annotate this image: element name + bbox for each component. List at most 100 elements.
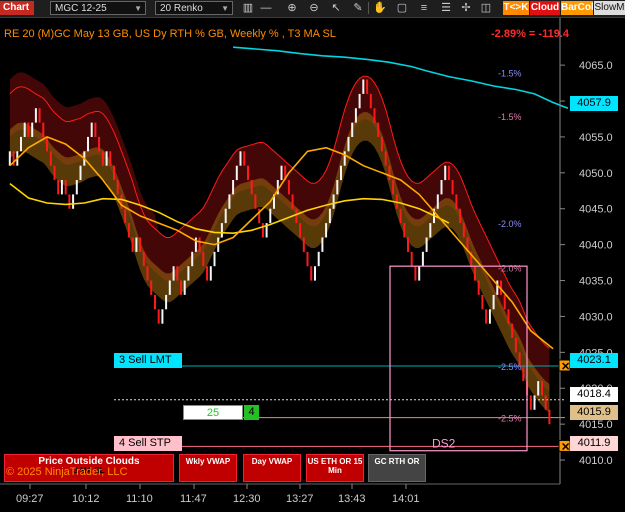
renko-brick: [68, 194, 71, 209]
close-order-icon: ✕: [558, 439, 571, 453]
renko-brick: [232, 180, 235, 195]
renko-brick: [98, 136, 101, 152]
renko-brick: [485, 309, 488, 324]
renko-brick: [343, 151, 346, 166]
renko-brick: [511, 323, 514, 338]
box-icon[interactable]: ▢: [394, 1, 410, 15]
chart-background: [0, 18, 625, 512]
position-quantity[interactable]: 25: [183, 405, 243, 420]
renko-brick: [194, 237, 197, 252]
chart-icon[interactable]: ◫: [478, 1, 494, 15]
us-eth-or-button[interactable]: US ETH OR 15 Min: [306, 454, 364, 482]
zoom-in-icon[interactable]: ⊕: [284, 1, 300, 15]
renko-brick: [94, 122, 97, 137]
day-vwap-button[interactable]: Day VWAP: [243, 454, 301, 482]
renko-brick: [34, 108, 37, 123]
renko-brick: [124, 208, 127, 224]
renko-brick: [228, 194, 231, 209]
dash-icon[interactable]: —: [258, 1, 274, 15]
barcol-toggle-button[interactable]: BarCol: [561, 1, 593, 15]
percent-level-label: -1.5%: [498, 112, 522, 122]
renko-brick: [23, 122, 26, 137]
chevron-down-icon: ▼: [134, 4, 142, 13]
renko-brick: [191, 251, 194, 267]
sell-stop-label[interactable]: 4 Sell STP: [114, 436, 182, 451]
crosshair-icon[interactable]: ✢: [458, 1, 474, 15]
instrument-label: MGC 12-25: [55, 3, 107, 14]
percent-level-label: -2.5%: [498, 414, 522, 424]
lines-icon[interactable]: ≡: [416, 1, 432, 15]
renko-brick: [496, 280, 499, 295]
renko-brick: [247, 165, 249, 181]
renko-brick: [202, 251, 205, 267]
renko-brick: [161, 309, 164, 324]
renko-brick: [291, 194, 294, 209]
renko-brick: [168, 280, 171, 295]
renko-brick: [388, 165, 391, 181]
list-icon[interactable]: ☰: [438, 1, 454, 15]
hand-icon[interactable]: ✋: [372, 1, 388, 15]
cloud-toggle-button[interactable]: Cloud: [530, 1, 560, 15]
renko-brick: [529, 395, 532, 410]
sell-limit-label[interactable]: 3 Sell LMT: [114, 353, 182, 368]
renko-brick: [239, 151, 242, 166]
bars-icon[interactable]: ▥: [240, 1, 256, 15]
renko-brick: [120, 194, 123, 209]
chevron-down-icon: ▼: [221, 4, 229, 13]
renko-brick: [243, 151, 246, 166]
renko-brick: [302, 237, 305, 252]
price-tick-label: 4050.0: [579, 168, 613, 180]
position-count: 4: [244, 405, 259, 420]
renko-brick: [514, 338, 517, 353]
renko-brick: [477, 280, 480, 295]
renko-brick: [157, 309, 160, 324]
price-chart[interactable]: 4010.04015.04020.04025.04030.04035.04040…: [0, 18, 625, 512]
renko-brick: [109, 151, 112, 166]
instrument-selector[interactable]: MGC 12-25 ▼: [50, 1, 146, 15]
time-tick-label: 10:12: [72, 493, 100, 505]
renko-brick: [75, 180, 78, 195]
renko-brick: [436, 194, 439, 209]
gc-rth-or-button[interactable]: GC RTH OR: [368, 454, 426, 482]
renko-brick: [49, 151, 52, 166]
percent-level-label: -2.0%: [498, 264, 522, 274]
renko-brick: [444, 165, 447, 181]
pencil-icon[interactable]: ✎: [350, 1, 366, 15]
renko-brick: [217, 237, 220, 252]
renko-brick: [20, 136, 22, 152]
weekly-vwap-button[interactable]: Wkly VWAP: [179, 454, 237, 482]
renko-brick: [347, 136, 350, 152]
renko-brick: [150, 280, 153, 295]
renko-brick: [455, 194, 458, 209]
renko-brick: [358, 93, 361, 109]
renko-brick: [142, 251, 145, 267]
time-tick-label: 12:30: [233, 493, 261, 505]
renko-brick: [46, 136, 48, 152]
renko-brick: [135, 237, 138, 252]
renko-brick: [369, 93, 372, 109]
zoom-out-icon[interactable]: ⊖: [306, 1, 322, 15]
percent-level-label: -2.5%: [498, 362, 522, 372]
price-tick-label: 4010.0: [579, 455, 613, 467]
renko-brick: [481, 294, 484, 310]
slow-ma-toggle-button[interactable]: SlowM: [594, 1, 625, 15]
entry-price-tag: 4015.9: [570, 405, 618, 420]
sell-limit-price-tag[interactable]: 4023.1: [570, 353, 618, 368]
window-title: Chart: [0, 1, 34, 15]
renko-brick: [503, 294, 506, 310]
renko-brick: [53, 165, 56, 181]
renko-brick: [354, 108, 357, 123]
time-tick-label: 11:10: [126, 493, 153, 505]
renko-brick: [544, 395, 547, 410]
renko-brick: [328, 208, 331, 224]
renko-brick: [79, 165, 82, 181]
renko-brick: [314, 266, 316, 281]
time-tick-label: 09:27: [16, 493, 44, 505]
renko-brick: [261, 223, 264, 238]
sell-stop-price-tag[interactable]: 4011.9: [570, 436, 618, 451]
tk-toggle-button[interactable]: T<>K: [503, 1, 529, 15]
renko-brick: [332, 194, 335, 209]
pointer-icon[interactable]: ↖: [328, 1, 344, 15]
bar-type-selector[interactable]: 20 Renko ▼: [155, 1, 233, 15]
renko-brick: [451, 180, 454, 195]
